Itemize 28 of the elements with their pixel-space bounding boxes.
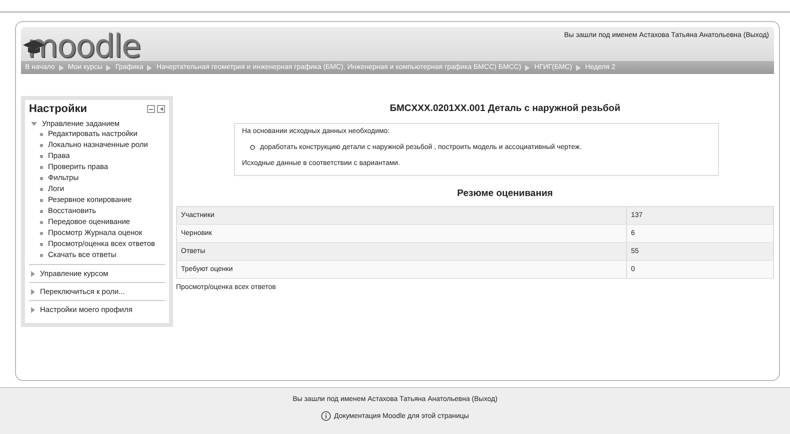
block-title: Настройки [29, 103, 88, 115]
bullet-icon [40, 232, 43, 235]
separator-icon [147, 64, 152, 70]
section-heading: Резюме оценивания [456, 188, 554, 199]
bullet-icon [40, 155, 43, 158]
bullet-icon [40, 188, 43, 191]
bullet-icon [40, 144, 43, 147]
separator-icon [106, 64, 112, 70]
separator-icon [576, 64, 582, 70]
bullet-icon [40, 254, 43, 257]
expand-arrow-icon[interactable] [31, 122, 37, 126]
expand-arrow-icon[interactable] [31, 306, 35, 312]
expand-arrow-icon[interactable] [31, 288, 35, 294]
info-icon [321, 411, 332, 421]
bullet-icon [40, 177, 43, 180]
bullet-icon [40, 133, 43, 136]
collapse-icon[interactable] [147, 105, 155, 113]
assignment-title: БМСXXX.0201XX.001 Деталь с наружной резьбой [388, 103, 622, 114]
bullet-icon [40, 210, 43, 213]
bullet-icon [40, 221, 43, 224]
expand-arrow-icon[interactable] [31, 270, 35, 276]
separator-icon [58, 64, 64, 70]
separator-icon [525, 64, 530, 70]
bullet-icon [250, 145, 255, 150]
bullet-icon [40, 243, 43, 246]
bullet-icon [40, 166, 43, 169]
bullet-icon [40, 199, 43, 202]
dock-icon[interactable] [157, 105, 165, 113]
